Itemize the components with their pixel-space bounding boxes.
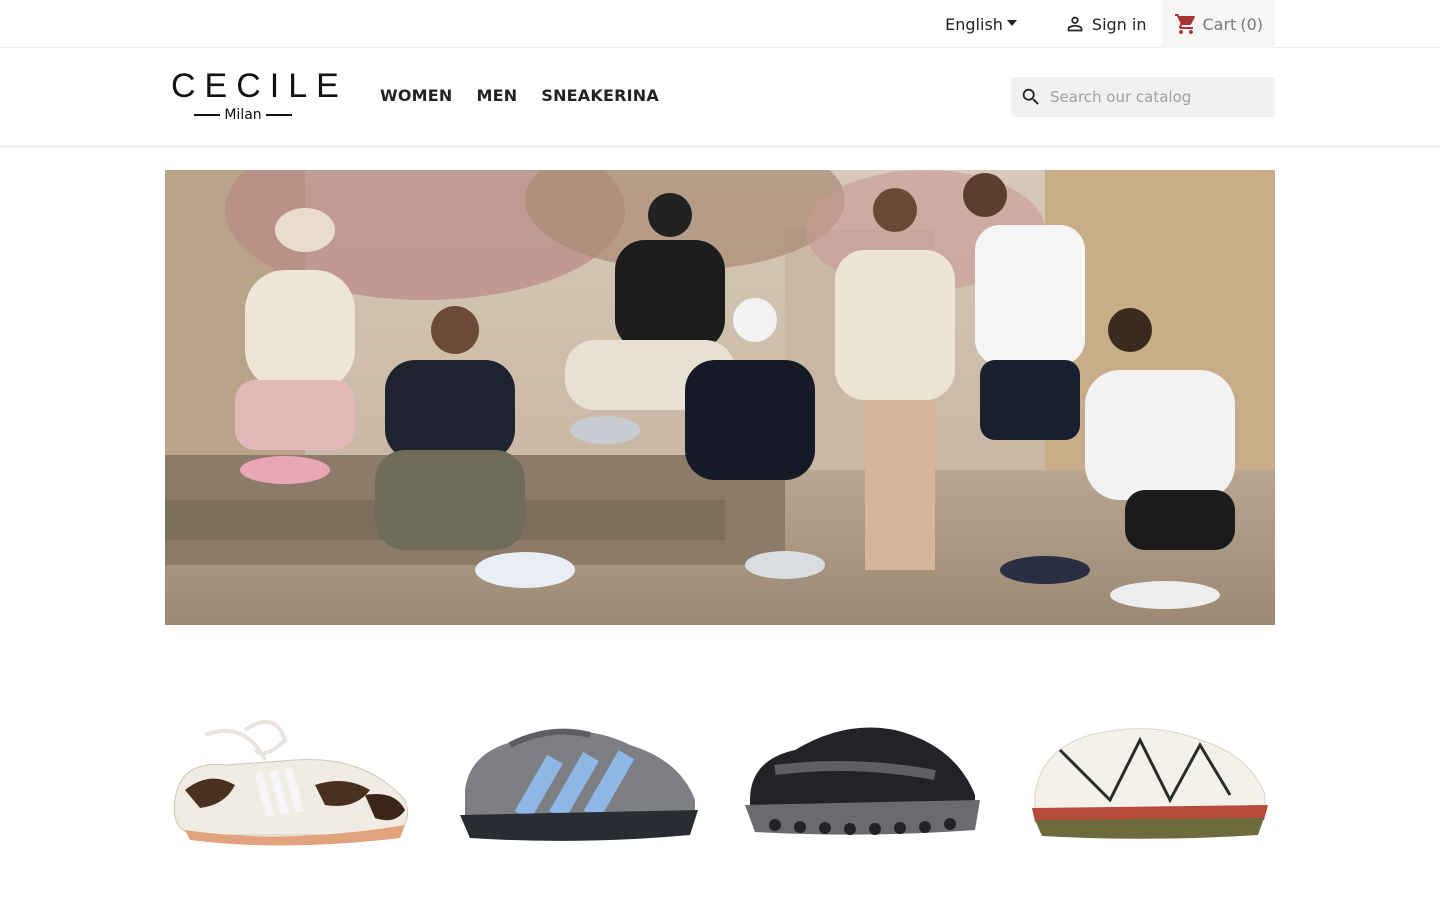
product-row	[165, 690, 1275, 860]
logo-divider-right	[265, 114, 292, 116]
hero-photo	[165, 170, 1275, 625]
cart-link[interactable]: Cart (0)	[1161, 0, 1275, 48]
product-card-4[interactable]	[1020, 690, 1275, 850]
product-card-3[interactable]	[735, 690, 990, 850]
shopping-cart-icon	[1174, 14, 1195, 34]
cart-label: Cart	[1202, 14, 1237, 34]
search-box	[1011, 77, 1275, 117]
site-logo[interactable]: CECILE Milan	[165, 67, 348, 125]
sign-in-label: Sign in	[1091, 14, 1147, 34]
logo-divider-left	[194, 114, 221, 116]
search-icon[interactable]	[1020, 86, 1042, 108]
logo-wordmark: CECILE	[171, 67, 348, 105]
search-input[interactable]	[1050, 88, 1250, 106]
top-utility-bar: English Sign in Cart (0)	[0, 0, 1440, 48]
user-icon	[1067, 16, 1083, 32]
product-image-trail-sneaker-white	[1032, 728, 1268, 839]
cart-count: (0)	[1240, 14, 1263, 34]
menu-item-men[interactable]: MEN	[477, 86, 518, 105]
product-image-ballet-sneaker	[173, 720, 408, 846]
main-header: CECILE Milan WOMEN MEN SNEAKERINA	[0, 48, 1440, 145]
menu-item-sneakerina[interactable]: SNEAKERINA	[541, 86, 659, 105]
hero-banner-image[interactable]	[165, 170, 1275, 625]
product-image-running-shoe-grey	[460, 728, 698, 841]
language-label: English	[945, 14, 1003, 34]
logo-subtitle: Milan	[165, 107, 321, 123]
main-menu: WOMEN MEN SNEAKERINA	[380, 86, 659, 105]
caret-down-icon	[1006, 20, 1017, 26]
product-card-2[interactable]	[450, 690, 705, 850]
menu-item-women[interactable]: WOMEN	[380, 86, 453, 105]
language-selector[interactable]: English	[945, 0, 1037, 48]
logo-subtitle-text: Milan	[224, 107, 262, 123]
sign-in-link[interactable]: Sign in	[1037, 0, 1162, 48]
product-card-1[interactable]	[165, 690, 420, 850]
utility-links: English Sign in Cart (0)	[945, 0, 1275, 48]
product-image-running-shoe-black	[745, 727, 980, 835]
